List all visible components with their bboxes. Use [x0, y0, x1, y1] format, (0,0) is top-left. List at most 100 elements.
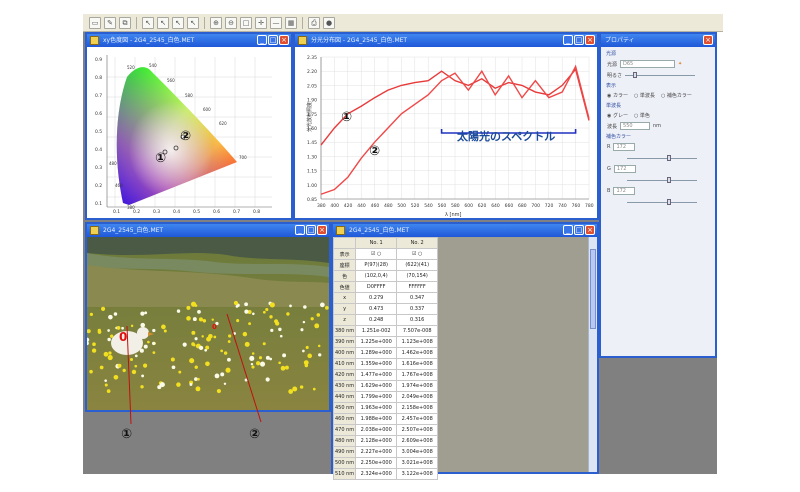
table-row[interactable]: 座標 P(97)(28) (622)(41)	[332, 259, 439, 271]
table-cell[interactable]: ☑ ○	[355, 248, 398, 260]
star-icon[interactable]: ✦	[678, 61, 682, 67]
table-row[interactable]: 表示 ☑ ○ ☑ ○	[332, 248, 439, 260]
table-row[interactable]: 390 nm 1.225e+000 1.123e+008	[332, 336, 439, 348]
data-grid[interactable]: No. 1 No. 2 表示 ☑ ○ ☑ ○ 座標 P(97)(28) (622)(41) 色(…	[332, 237, 439, 480]
radio-display_options-0[interactable]: ◉ カラー	[607, 92, 628, 99]
table-cell[interactable]: 3.122e+008	[396, 468, 439, 480]
table-cell[interactable]: 2.227e+000	[355, 446, 398, 458]
column-header[interactable]	[332, 237, 357, 249]
table-row[interactable]: 色値 D0FFFF FFFFFF	[332, 281, 439, 293]
table-cell[interactable]: 2.609e+008	[396, 435, 439, 447]
annotation-1: ①	[121, 427, 132, 442]
table-row[interactable]: z 0.248 0.316	[332, 314, 439, 326]
table-cell[interactable]: 3.004e+008	[396, 446, 439, 458]
minimize-button[interactable]: _	[563, 225, 573, 235]
table-row[interactable]: 490 nm 2.227e+000 3.004e+008	[332, 446, 439, 458]
table-row[interactable]: 380 nm 1.251e-002 7.507e-008	[332, 325, 439, 337]
table-cell[interactable]: 2.507e+008	[396, 424, 439, 436]
table-cell[interactable]: 2.038e+000	[355, 424, 398, 436]
column-header[interactable]: No. 2	[396, 237, 439, 249]
table-row[interactable]: 440 nm 1.799e+000 2.049e+008	[332, 391, 439, 403]
table-cell[interactable]: 1.477e+000	[355, 369, 398, 381]
table-row[interactable]: 470 nm 2.038e+000 2.507e+008	[332, 424, 439, 436]
radio-single_options-0[interactable]: ◉ グレー	[607, 112, 628, 119]
radio-display_options-1[interactable]: ○ 単波長	[634, 92, 655, 99]
table-cell[interactable]: 2.158e+008	[396, 402, 439, 414]
table-cell[interactable]: 1.462e+008	[396, 347, 439, 359]
table-row[interactable]: 400 nm 1.289e+000 1.462e+008	[332, 347, 439, 359]
row-header: 400 nm	[332, 347, 357, 359]
table-cell[interactable]: 7.507e-008	[396, 325, 439, 337]
b-slider[interactable]	[627, 198, 697, 206]
maximize-button[interactable]: □	[574, 225, 584, 235]
wavelength-input[interactable]: 550	[620, 122, 651, 130]
row-header: 表示	[332, 248, 357, 260]
table-cell[interactable]: 0.248	[355, 314, 398, 326]
table-cell[interactable]: 0.279	[355, 292, 398, 304]
table-cell[interactable]: 1.123e+008	[396, 336, 439, 348]
g-slider[interactable]	[627, 176, 697, 184]
table-row[interactable]: 500 nm 2.250e+000 3.021e+008	[332, 457, 439, 469]
b-input[interactable]: 172	[613, 187, 636, 195]
table-cell[interactable]: FFFFFF	[396, 281, 439, 293]
table-cell[interactable]: 1.974e+008	[396, 380, 439, 392]
close-button[interactable]: ×	[703, 35, 713, 45]
table-cell[interactable]: 1.799e+000	[355, 391, 398, 403]
properties-titlebar[interactable]: プロパティ ×	[601, 34, 715, 47]
table-cell[interactable]: 3.021e+008	[396, 457, 439, 469]
g-input[interactable]: 172	[613, 165, 636, 173]
table-cell[interactable]: 2.049e+008	[396, 391, 439, 403]
table-cell[interactable]: 0.316	[396, 314, 439, 326]
table-cell[interactable]: 2.128e+000	[355, 435, 398, 447]
row-header: 480 nm	[332, 435, 357, 447]
table-cell[interactable]: 1.767e+008	[396, 369, 439, 381]
table-cell[interactable]: (622)(41)	[396, 259, 439, 271]
table-row[interactable]: 410 nm 1.359e+000 1.616e+008	[332, 358, 439, 370]
table-cell[interactable]: ☑ ○	[396, 248, 439, 260]
table-cell[interactable]: 1.251e-002	[355, 325, 398, 337]
table-cell[interactable]: 2.457e+008	[396, 413, 439, 425]
table-row[interactable]: y 0.473 0.337	[332, 303, 439, 315]
table-cell[interactable]: 1.963e+000	[355, 402, 398, 414]
scrollbar-thumb[interactable]	[590, 249, 596, 329]
table-window[interactable]: 2G4_2545_白色.MET _ □ × No. 1 No. 2 表示 ☑ ○ ☑ ○…	[331, 222, 599, 480]
light-select[interactable]: D65	[620, 60, 676, 68]
table-cell[interactable]: 1.616e+008	[396, 358, 439, 370]
close-button[interactable]: ×	[585, 225, 595, 235]
row-header: y	[332, 303, 357, 315]
table-cell[interactable]: (102,0,4)	[355, 270, 398, 282]
row-header: 430 nm	[332, 380, 357, 392]
properties-title: プロパティ	[605, 37, 635, 44]
table-row[interactable]: 480 nm 2.128e+000 2.609e+008	[332, 435, 439, 447]
table-titlebar[interactable]: 2G4_2545_白色.MET _ □ ×	[333, 224, 597, 237]
radio-single_options-1[interactable]: ○ 単色	[634, 112, 650, 119]
vertical-scrollbar[interactable]	[588, 237, 597, 472]
table-row[interactable]: 460 nm 1.988e+000 2.457e+008	[332, 413, 439, 425]
table-cell[interactable]: 1.988e+000	[355, 413, 398, 425]
table-row[interactable]: 420 nm 1.477e+000 1.767e+008	[332, 369, 439, 381]
r-input[interactable]: 172	[613, 143, 636, 151]
table-cell[interactable]: 0.473	[355, 303, 398, 315]
table-row[interactable]: 450 nm 1.963e+000 2.158e+008	[332, 402, 439, 414]
table-cell[interactable]: 1.629e+000	[355, 380, 398, 392]
brightness-slider[interactable]	[625, 71, 696, 79]
table-cell[interactable]: P(97)(28)	[355, 259, 398, 271]
table-row[interactable]: x 0.279 0.347	[332, 292, 439, 304]
radio-display_options-2[interactable]: ○ 補色カラー	[661, 92, 692, 99]
table-row[interactable]: 510 nm 2.324e+000 3.122e+008	[332, 468, 439, 480]
table-cell[interactable]: D0FFFF	[355, 281, 398, 293]
light-label: 光源	[607, 61, 618, 68]
row-header: 450 nm	[332, 402, 357, 414]
table-cell[interactable]: 2.324e+000	[355, 468, 398, 480]
table-cell[interactable]: 0.347	[396, 292, 439, 304]
table-row[interactable]: 430 nm 1.629e+000 1.974e+008	[332, 380, 439, 392]
r-slider[interactable]	[627, 154, 697, 162]
table-cell[interactable]: 2.250e+000	[355, 457, 398, 469]
table-row[interactable]: 色 (102,0,4) (70,154)	[332, 270, 439, 282]
table-cell[interactable]: 1.289e+000	[355, 347, 398, 359]
table-cell[interactable]: 1.225e+000	[355, 336, 398, 348]
table-cell[interactable]: 1.359e+000	[355, 358, 398, 370]
table-cell[interactable]: (70,154)	[396, 270, 439, 282]
column-header[interactable]: No. 1	[355, 237, 398, 249]
table-cell[interactable]: 0.337	[396, 303, 439, 315]
